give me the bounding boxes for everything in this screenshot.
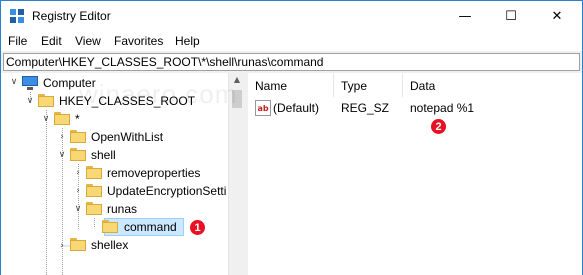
folder-icon: [38, 94, 54, 107]
folder-icon: [70, 238, 86, 251]
annotation-badge-1: 1: [190, 220, 205, 235]
value-name[interactable]: (Default): [273, 101, 319, 115]
expand-chevron-icon[interactable]: ›: [57, 132, 67, 142]
address-bar[interactable]: Computer\HKEY_CLASSES_ROOT\*\shell\runas…: [3, 53, 580, 71]
menu-file[interactable]: File: [8, 34, 27, 48]
window-title: Registry Editor: [32, 9, 111, 23]
collapse-chevron-icon[interactable]: ∨: [25, 96, 35, 106]
title-bar[interactable]: Registry Editor — ☐ ✕: [1, 1, 582, 31]
values-list-pane[interactable]: Name Type Data ab (Default) REG_SZ notep…: [248, 73, 582, 275]
menu-edit[interactable]: Edit: [41, 34, 62, 48]
expand-chevron-icon[interactable]: ›: [73, 168, 83, 178]
menu-favorites[interactable]: Favorites: [114, 34, 163, 48]
tree-node-shell[interactable]: shell: [91, 148, 116, 162]
string-value-icon: ab: [255, 100, 271, 116]
column-header-name[interactable]: Name: [248, 73, 334, 97]
menu-bar: File Edit View Favorites Help: [1, 31, 582, 51]
collapse-chevron-icon[interactable]: ∨: [57, 150, 67, 160]
menu-view[interactable]: View: [75, 34, 101, 48]
collapse-chevron-icon[interactable]: ∨: [41, 114, 51, 124]
registry-editor-window: Registry Editor — ☐ ✕ File Edit View Fav…: [0, 0, 583, 275]
maximize-button[interactable]: ☐: [488, 1, 534, 31]
menu-help[interactable]: Help: [175, 34, 200, 48]
folder-icon: [86, 184, 102, 197]
close-button[interactable]: ✕: [534, 1, 580, 31]
folder-icon: [86, 202, 102, 215]
value-row[interactable]: ab (Default) REG_SZ notepad %1: [248, 99, 582, 117]
expand-chevron-icon[interactable]: ›: [73, 186, 83, 196]
registry-editor-icon: [10, 9, 24, 23]
watermark: winaero.com: [79, 79, 238, 109]
tree-node-command[interactable]: command: [124, 220, 177, 234]
tree-node-asterisk[interactable]: *: [75, 112, 80, 126]
value-type: REG_SZ: [341, 101, 390, 115]
collapse-chevron-icon[interactable]: ∨: [73, 204, 83, 214]
folder-icon: [70, 130, 86, 143]
tree-node-shellex[interactable]: shellex: [91, 238, 128, 252]
annotation-badge-2: 2: [431, 119, 446, 134]
collapse-chevron-icon[interactable]: ∨: [9, 77, 19, 87]
folder-icon: [54, 112, 70, 125]
column-header-type[interactable]: Type: [334, 73, 403, 97]
tree-node-updateencryptionsettings[interactable]: UpdateEncryptionSetti: [107, 184, 226, 198]
tree-node-runas[interactable]: runas: [107, 202, 137, 216]
expand-chevron-icon[interactable]: ›: [57, 241, 67, 251]
tree-node-openwithlist[interactable]: OpenWithList: [91, 130, 163, 144]
tree-node-removeproperties[interactable]: removeproperties: [107, 166, 200, 180]
minimize-button[interactable]: —: [442, 1, 488, 31]
folder-icon: [86, 166, 102, 179]
value-data: notepad %1: [410, 101, 475, 115]
address-path[interactable]: Computer\HKEY_CLASSES_ROOT\*\shell\runas…: [6, 55, 323, 69]
folder-icon: [70, 148, 86, 161]
computer-icon: [22, 76, 38, 90]
column-header-data[interactable]: Data: [403, 73, 582, 97]
folder-icon: [102, 220, 118, 233]
